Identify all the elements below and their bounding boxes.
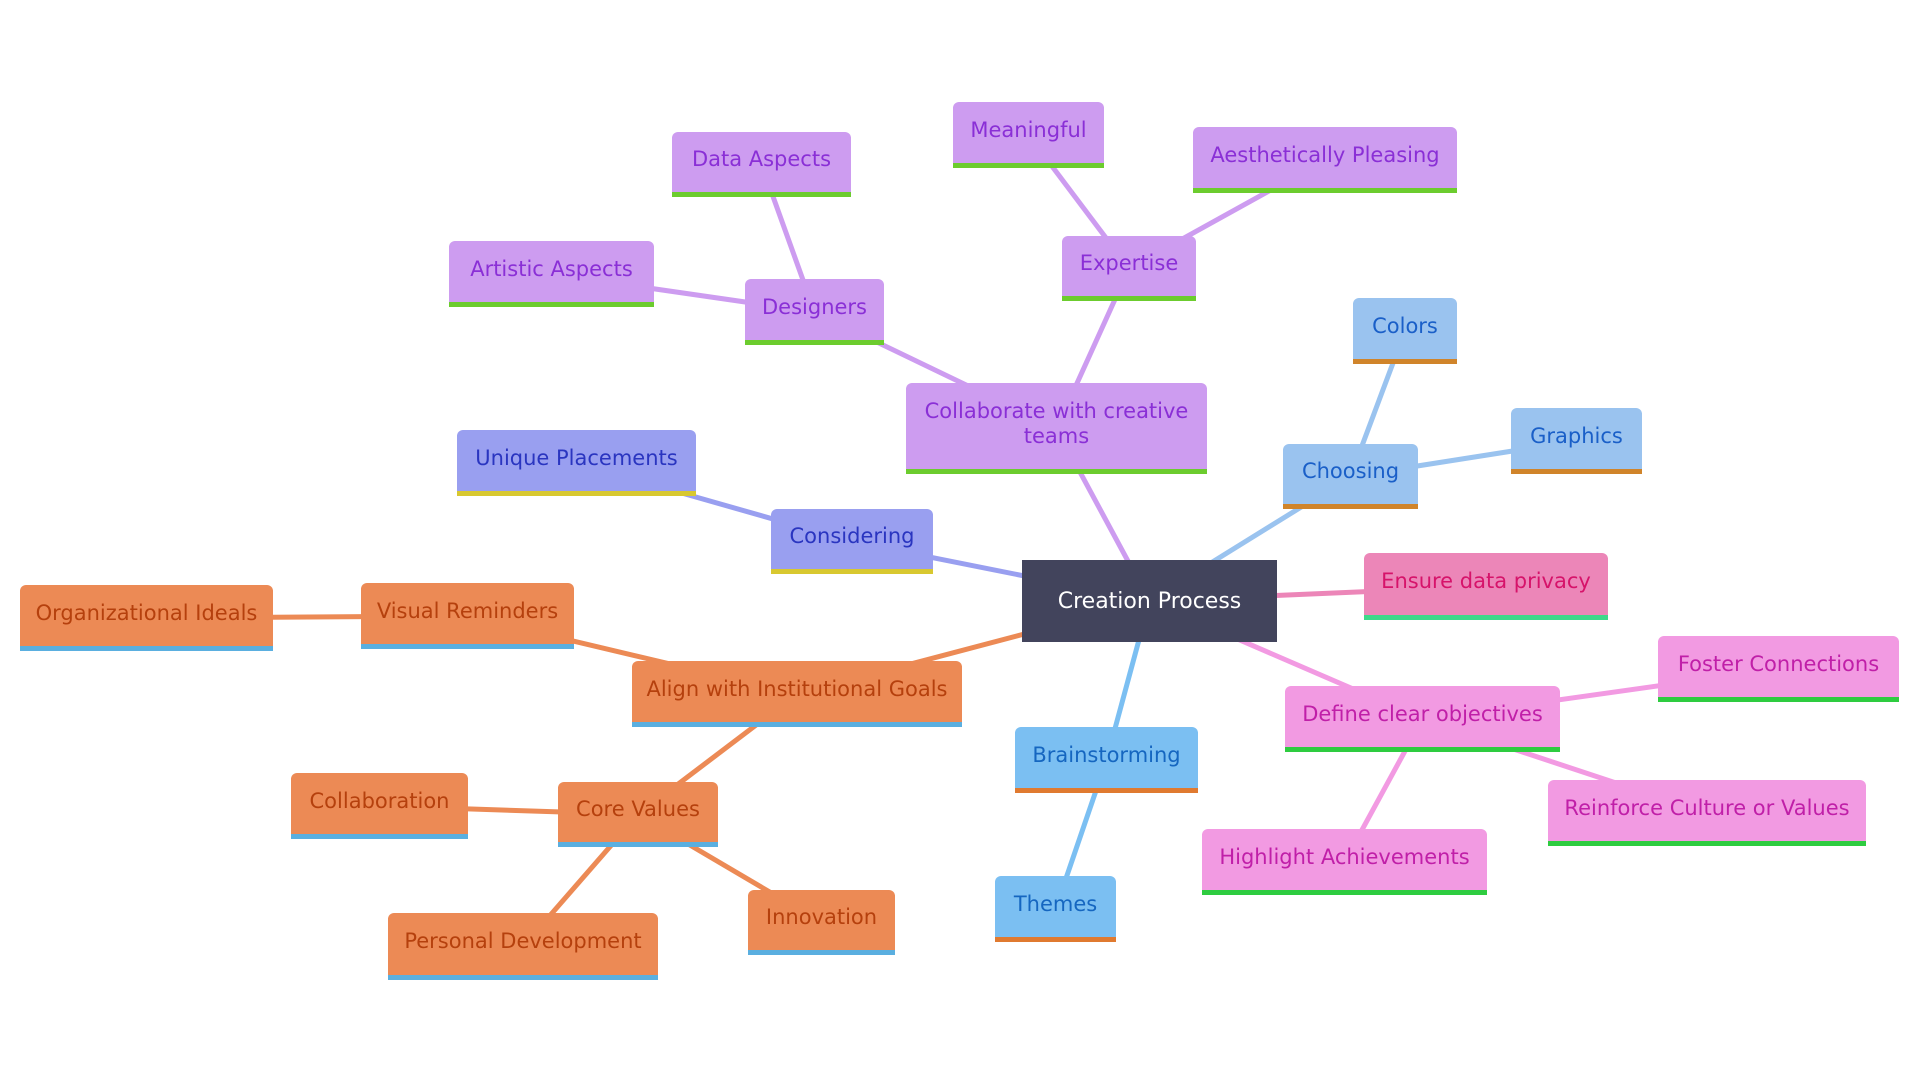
node-choosing[interactable]: Choosing <box>1283 444 1418 509</box>
node-unique-placements[interactable]: Unique Placements <box>457 430 696 496</box>
node-aesthetically-pleasing[interactable]: Aesthetically Pleasing <box>1193 127 1457 193</box>
node-graphics[interactable]: Graphics <box>1511 408 1642 474</box>
node-ensure-data-privacy[interactable]: Ensure data privacy <box>1364 553 1608 620</box>
node-foster-connections[interactable]: Foster Connections <box>1658 636 1899 702</box>
node-designers[interactable]: Designers <box>745 279 884 345</box>
node-core-values[interactable]: Core Values <box>558 782 718 847</box>
node-align-with-institutional-goals[interactable]: Align with Institutional Goals <box>632 661 962 727</box>
node-meaningful[interactable]: Meaningful <box>953 102 1104 168</box>
node-reinforce-culture-or-values[interactable]: Reinforce Culture or Values <box>1548 780 1866 846</box>
node-data-aspects[interactable]: Data Aspects <box>672 132 851 197</box>
node-themes[interactable]: Themes <box>995 876 1116 942</box>
node-highlight-achievements[interactable]: Highlight Achievements <box>1202 829 1487 895</box>
node-organizational-ideals[interactable]: Organizational Ideals <box>20 585 273 651</box>
node-root[interactable]: Creation Process <box>1022 560 1277 642</box>
node-considering[interactable]: Considering <box>771 509 933 574</box>
node-collaboration[interactable]: Collaboration <box>291 773 468 839</box>
node-artistic-aspects[interactable]: Artistic Aspects <box>449 241 654 307</box>
node-personal-development[interactable]: Personal Development <box>388 913 658 980</box>
node-visual-reminders[interactable]: Visual Reminders <box>361 583 574 649</box>
node-colors[interactable]: Colors <box>1353 298 1457 364</box>
node-expertise[interactable]: Expertise <box>1062 236 1196 301</box>
node-innovation[interactable]: Innovation <box>748 890 895 955</box>
node-brainstorming[interactable]: Brainstorming <box>1015 727 1198 793</box>
node-define-clear-objectives[interactable]: Define clear objectives <box>1285 686 1560 752</box>
node-collaborate-with-creative-teams[interactable]: Collaborate with creative teams <box>906 383 1207 474</box>
